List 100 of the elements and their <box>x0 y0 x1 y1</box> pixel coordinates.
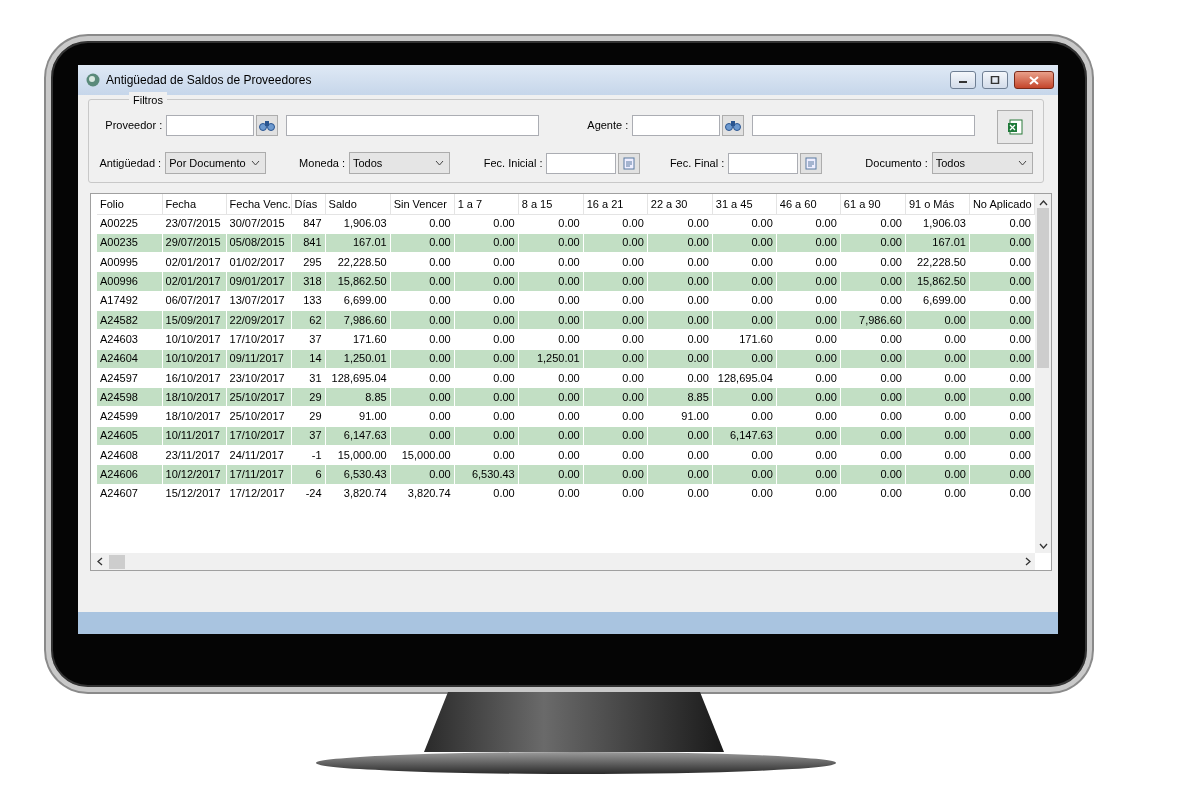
table-cell: 0.00 <box>712 214 777 234</box>
column-header[interactable]: No Aplicado <box>969 194 1035 214</box>
binoculars-icon <box>259 119 276 131</box>
text-field[interactable] <box>166 114 255 136</box>
field-label: Documento : <box>864 155 928 171</box>
column-header[interactable]: 61 a 90 <box>840 194 906 214</box>
table-cell: 0.00 <box>454 291 519 311</box>
table-cell: 23/07/2015 <box>162 214 227 234</box>
table-cell: 1,906.03 <box>325 214 391 234</box>
table-cell: 295 <box>291 252 326 272</box>
minimize-button[interactable] <box>950 71 976 89</box>
text-field[interactable] <box>752 114 976 136</box>
table-cell: 25/10/2017 <box>226 406 292 427</box>
field-label: Antigüedad : <box>99 155 162 171</box>
table-cell: 15,000.00 <box>390 445 455 465</box>
text-field[interactable] <box>546 152 617 174</box>
table-cell: 0.00 <box>518 445 584 465</box>
table-cell: 847 <box>291 214 326 234</box>
table-cell: 0.00 <box>583 329 648 350</box>
table-cell: A17492 <box>97 291 163 311</box>
column-header[interactable]: Saldo <box>325 194 391 214</box>
field-label: Fec. Final : <box>669 155 725 171</box>
chevron-left-icon <box>97 557 103 566</box>
text-field[interactable] <box>286 114 539 136</box>
table-cell: 0.00 <box>712 252 777 272</box>
table-cell: 1,906.03 <box>905 214 970 234</box>
column-header[interactable]: Fecha Venc. <box>226 194 292 214</box>
spreadsheet-icon <box>1007 119 1024 135</box>
table-cell: 0.00 <box>518 291 584 311</box>
calendar-button[interactable] <box>800 152 822 174</box>
table-cell: 0.00 <box>390 252 455 272</box>
table-cell: 0.00 <box>969 214 1035 234</box>
search-button[interactable] <box>722 114 745 136</box>
search-button[interactable] <box>256 114 278 136</box>
close-icon <box>1029 75 1039 85</box>
table-cell: 0.00 <box>969 484 1035 504</box>
scrollbar-thumb[interactable] <box>1037 208 1049 368</box>
text-field[interactable] <box>728 152 799 174</box>
app-icon <box>86 73 100 87</box>
table-cell: 0.00 <box>583 406 648 427</box>
maximize-button[interactable] <box>982 71 1008 89</box>
table-cell: 0.00 <box>454 406 519 427</box>
table-cell: 128,695.04 <box>325 368 391 388</box>
field-label: Agente : <box>586 117 629 133</box>
table-cell: 0.00 <box>776 214 841 234</box>
table-cell: 0.00 <box>969 252 1035 272</box>
horizontal-scrollbar[interactable] <box>91 553 1035 570</box>
table-cell: 0.00 <box>454 484 519 504</box>
dropdown[interactable]: Por Documento <box>165 152 267 174</box>
table-cell: 30/07/2015 <box>226 214 292 234</box>
table-cell: 0.00 <box>840 214 906 234</box>
column-header[interactable]: Fecha <box>162 194 227 214</box>
column-header[interactable]: 16 a 21 <box>583 194 648 214</box>
table-cell: 23/11/2017 <box>162 445 227 465</box>
vertical-scrollbar[interactable] <box>1035 194 1051 553</box>
column-header[interactable]: Folio <box>97 194 163 214</box>
table-cell: 0.00 <box>840 329 906 350</box>
column-header[interactable]: 91 o Más <box>905 194 970 214</box>
close-button[interactable] <box>1014 71 1054 89</box>
table-cell: 0.00 <box>518 406 584 427</box>
table-cell: 0.00 <box>390 214 455 234</box>
column-header[interactable]: 46 a 60 <box>776 194 841 214</box>
dropdown[interactable]: Todos <box>349 152 451 174</box>
column-header[interactable]: 22 a 30 <box>647 194 713 214</box>
export-button[interactable] <box>997 110 1033 144</box>
table-cell: 0.00 <box>776 484 841 504</box>
table-cell: 0.00 <box>776 252 841 272</box>
table-cell: 0.00 <box>647 291 713 311</box>
chevron-up-icon <box>1038 200 1048 206</box>
table-cell: 0.00 <box>905 445 970 465</box>
table-cell: 0.00 <box>969 291 1035 311</box>
table-cell: 15,000.00 <box>325 445 391 465</box>
table-cell: 0.00 <box>647 329 713 350</box>
column-header[interactable]: Sin Vencer <box>390 194 455 214</box>
field-label: Proveedor : <box>104 117 163 133</box>
column-header[interactable]: 1 a 7 <box>454 194 519 214</box>
table-cell: 0.00 <box>840 252 906 272</box>
column-header[interactable]: 31 a 45 <box>712 194 777 214</box>
table-cell: 0.00 <box>518 252 584 272</box>
column-header[interactable]: Días <box>291 194 326 214</box>
field-label: Moneda : <box>298 155 345 171</box>
table-cell: 0.00 <box>647 445 713 465</box>
table-cell: A00225 <box>97 214 163 234</box>
table-cell: 0.00 <box>390 368 455 388</box>
table-cell: -1 <box>291 445 326 465</box>
calendar-button[interactable] <box>618 152 640 174</box>
scrollbar-thumb[interactable] <box>109 554 125 569</box>
binoculars-icon <box>725 119 742 131</box>
column-header[interactable]: 8 a 15 <box>518 194 584 214</box>
chevron-down-icon <box>1038 543 1048 549</box>
dropdown[interactable]: Todos <box>931 152 1033 174</box>
table-cell: 0.00 <box>840 445 906 465</box>
table-cell: 16/10/2017 <box>162 368 227 388</box>
text-field[interactable] <box>632 114 721 136</box>
table-cell: 22,228.50 <box>905 252 970 272</box>
table-cell: 0.00 <box>518 214 584 234</box>
table-cell: 01/02/2017 <box>226 252 292 272</box>
table-cell: 91.00 <box>647 406 713 427</box>
table-cell: A00995 <box>97 252 163 272</box>
table-cell: 3,820.74 <box>325 484 391 504</box>
